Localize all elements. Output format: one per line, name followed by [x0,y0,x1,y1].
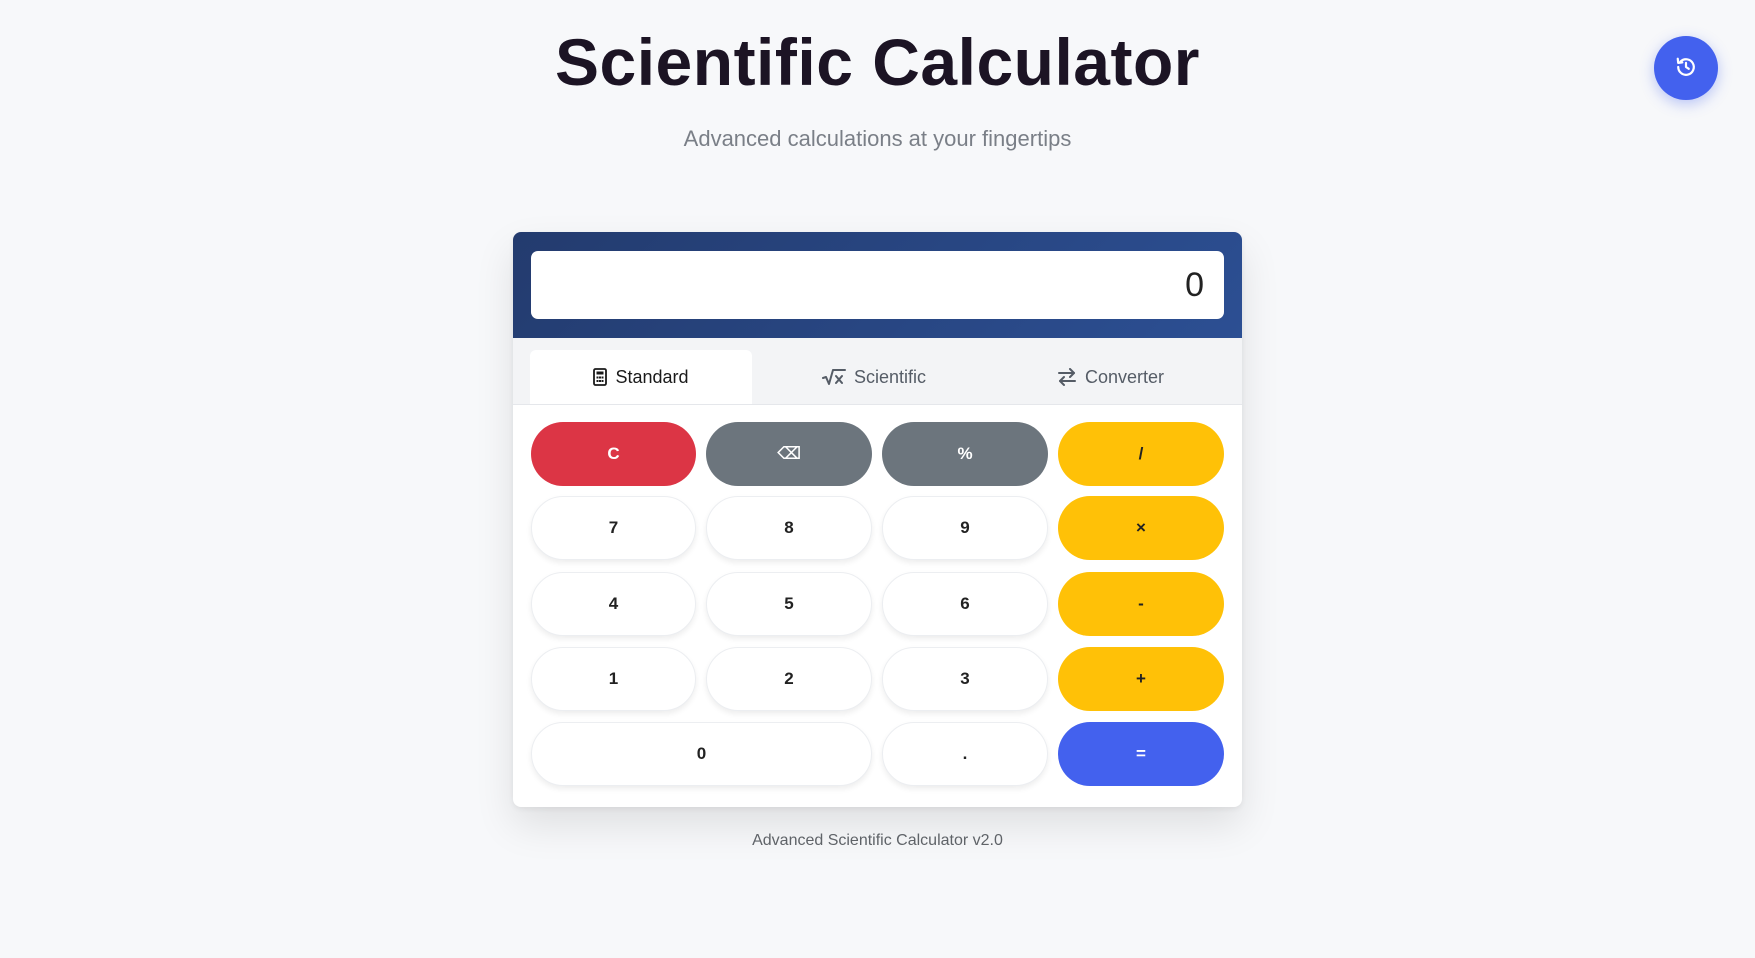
display-panel: 0 [513,232,1242,338]
digit-1-button[interactable]: 1 [531,647,696,711]
swap-arrows-icon [1057,368,1077,386]
calculator-display: 0 [531,251,1224,319]
digit-4-button[interactable]: 4 [531,572,696,636]
tab-scientific[interactable]: Scientific [763,350,985,404]
digit-9-button[interactable]: 9 [882,496,1048,560]
footer-version: Advanced Scientific Calculator v2.0 [752,832,1003,849]
decimal-button[interactable]: . [882,722,1048,786]
add-button[interactable]: + [1058,647,1224,711]
digit-8-button[interactable]: 8 [706,496,872,560]
digit-6-button[interactable]: 6 [882,572,1048,636]
digit-7-button[interactable]: 7 [531,496,696,560]
history-button[interactable] [1654,36,1718,100]
history-icon [1675,56,1697,81]
tab-standard[interactable]: Standard [530,350,752,404]
digit-5-button[interactable]: 5 [706,572,872,636]
keypad: C ⌫ % / 7 8 9 × 4 5 6 - 1 2 3 + 0 . = [513,404,1242,807]
clear-button[interactable]: C [531,422,696,486]
digit-2-button[interactable]: 2 [706,647,872,711]
square-root-icon [821,368,846,386]
percent-button[interactable]: % [882,422,1048,486]
tab-converter-label: Converter [1084,366,1165,387]
page-subtitle: Advanced calculations at your fingertips [683,126,1072,151]
mode-tabs: Standard Scientific Converter [513,338,1242,405]
calculator-card: 0 Standard Scientific Converter C ⌫ % / … [513,232,1242,807]
tab-standard-label: Standard [615,366,689,387]
calculator-icon [593,368,608,386]
digit-0-button[interactable]: 0 [531,722,872,786]
equals-button[interactable]: = [1058,722,1224,786]
page-title: Scientific Calculator [554,25,1200,99]
divide-button[interactable]: / [1058,422,1224,486]
multiply-button[interactable]: × [1058,496,1224,560]
backspace-button[interactable]: ⌫ [706,422,872,486]
subtract-button[interactable]: - [1058,572,1224,636]
tab-scientific-label: Scientific [853,366,927,387]
tab-converter[interactable]: Converter [996,350,1225,404]
page: Scientific Calculator Advanced calculati… [0,0,1755,958]
digit-3-button[interactable]: 3 [882,647,1048,711]
